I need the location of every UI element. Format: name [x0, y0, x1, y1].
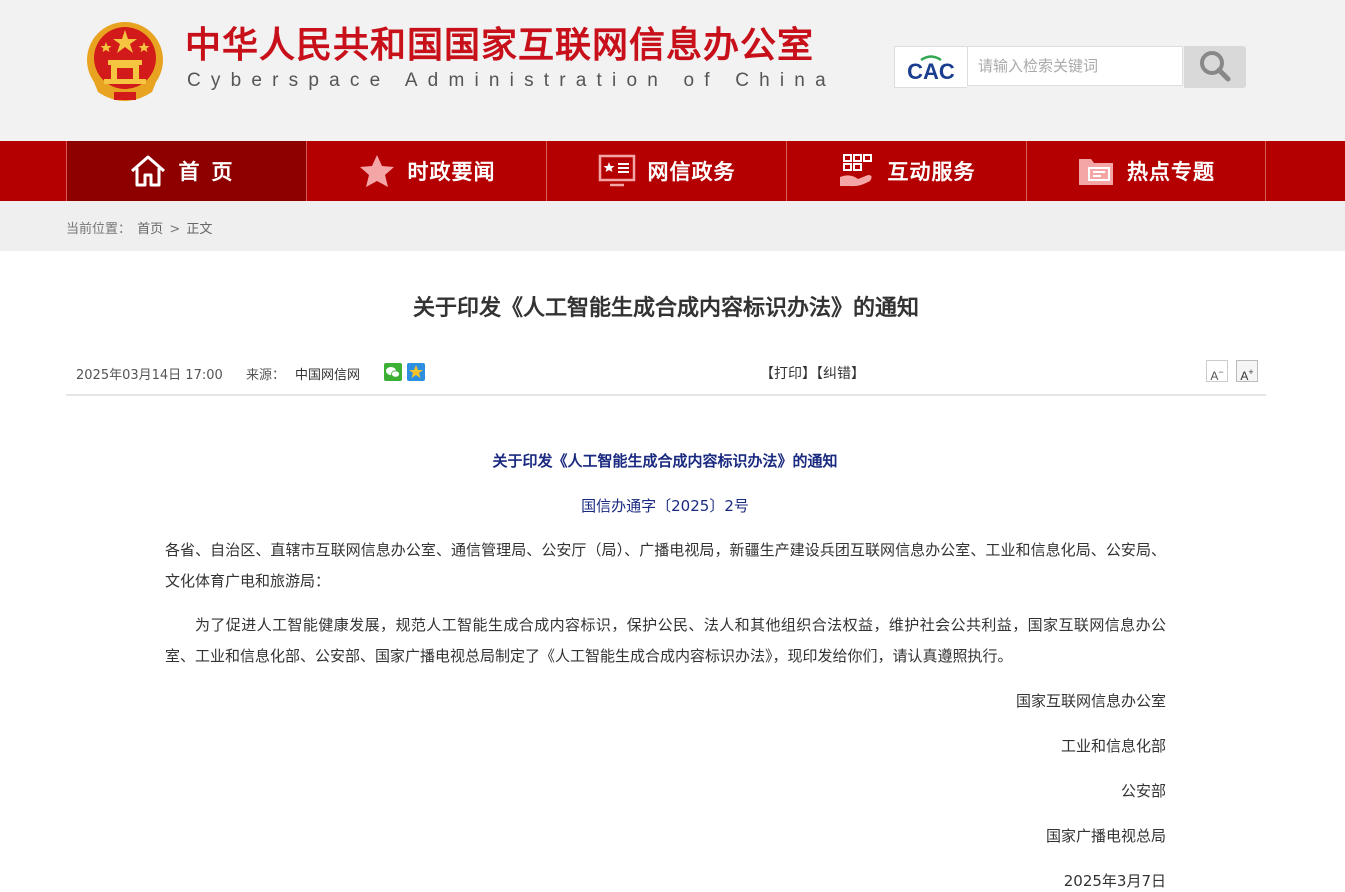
nav-item-affairs[interactable]: 网信政务 — [546, 141, 786, 201]
wechat-share-icon[interactable] — [384, 363, 402, 381]
star-icon — [359, 155, 394, 187]
home-icon — [130, 155, 165, 187]
addressee-paragraph: 各省、自治区、直辖市互联网信息办公室、通信管理局、公安厅（局）、广播电视局，新疆… — [165, 541, 1166, 590]
nav-item-topics[interactable]: 热点专题 — [1026, 141, 1266, 201]
site-subtitle: Cyberspace Administration of China — [187, 70, 836, 91]
signature-line: 国家广播电视总局 — [1045, 827, 1166, 845]
font-decrease-button[interactable]: A− — [1206, 360, 1228, 383]
publish-date: 2025年03月14日 17:00 — [76, 368, 223, 383]
cac-logo-icon: CAC — [907, 55, 955, 84]
breadcrumb-current: 正文 — [186, 222, 213, 237]
cac-logo: CAC — [894, 46, 967, 88]
article-tools: 【打印】【纠错】 — [760, 363, 865, 383]
signature-line: 国家互联网信息办公室 — [1015, 692, 1166, 710]
breadcrumb-home-link[interactable]: 首页 — [137, 222, 163, 237]
nav-label: 热点专题 — [1127, 160, 1215, 184]
breadcrumb-prefix: 当前位置： — [66, 222, 132, 237]
nav-label: 时政要闻 — [407, 160, 496, 184]
signature-date: 2025年3月7日 — [1063, 872, 1166, 890]
monitor-icon — [598, 154, 635, 187]
qzone-share-icon[interactable] — [407, 363, 425, 381]
svg-text:CAC: CAC — [907, 59, 955, 84]
nav-item-home[interactable]: 首页 — [66, 141, 306, 201]
national-emblem-icon[interactable] — [84, 20, 166, 104]
breadcrumb-bar: 当前位置： 首页 > 正文 — [0, 201, 1345, 251]
article-title: 关于印发《人工智能生成合成内容标识办法》的通知 — [412, 296, 919, 321]
site-header: 中华人民共和国国家互联网信息办公室 Cyberspace Administrat… — [0, 0, 1345, 141]
print-link[interactable]: 【打印】 — [760, 366, 816, 382]
document-number: 国信办通字〔2025〕2号 — [581, 497, 749, 515]
document-title: 关于印发《人工智能生成合成内容标识办法》的通知 — [492, 452, 838, 470]
search-bar: CAC — [894, 46, 1246, 88]
body-paragraph: 为了促进人工智能健康发展，规范人工智能生成合成内容标识，保护公民、法人和其他组织… — [165, 616, 1166, 665]
article-meta: 2025年03月14日 17:00 来源： 中国网信网 【打印】【纠错】 A− … — [66, 360, 1266, 396]
source-label: 来源： — [246, 368, 286, 383]
site-title[interactable]: 中华人民共和国国家互联网信息办公室 — [185, 24, 814, 68]
signature-line: 公安部 — [1120, 782, 1166, 800]
breadcrumb-separator: > — [169, 222, 181, 237]
service-hand-icon — [839, 154, 872, 187]
breadcrumb: 当前位置： 首页 > 正文 — [66, 218, 214, 237]
nav-label: 互动服务 — [887, 160, 976, 184]
search-icon — [1200, 50, 1231, 81]
font-increase-button[interactable]: A+ — [1236, 360, 1258, 383]
nav-item-service[interactable]: 互动服务 — [786, 141, 1026, 201]
nav-label: 首页 — [178, 160, 245, 184]
folder-icon — [1079, 159, 1113, 185]
source-name: 中国网信网 — [295, 368, 361, 383]
nav-label: 网信政务 — [647, 160, 736, 184]
signature-line: 工业和信息化部 — [1060, 737, 1166, 755]
report-error-link[interactable]: 【纠错】 — [816, 366, 865, 382]
nav-item-news[interactable]: 时政要闻 — [306, 141, 546, 201]
search-input[interactable] — [967, 46, 1183, 86]
main-nav: 首页 时政要闻 网信政务 互动服务 热点专题 — [0, 141, 1345, 201]
search-button[interactable] — [1184, 46, 1246, 88]
